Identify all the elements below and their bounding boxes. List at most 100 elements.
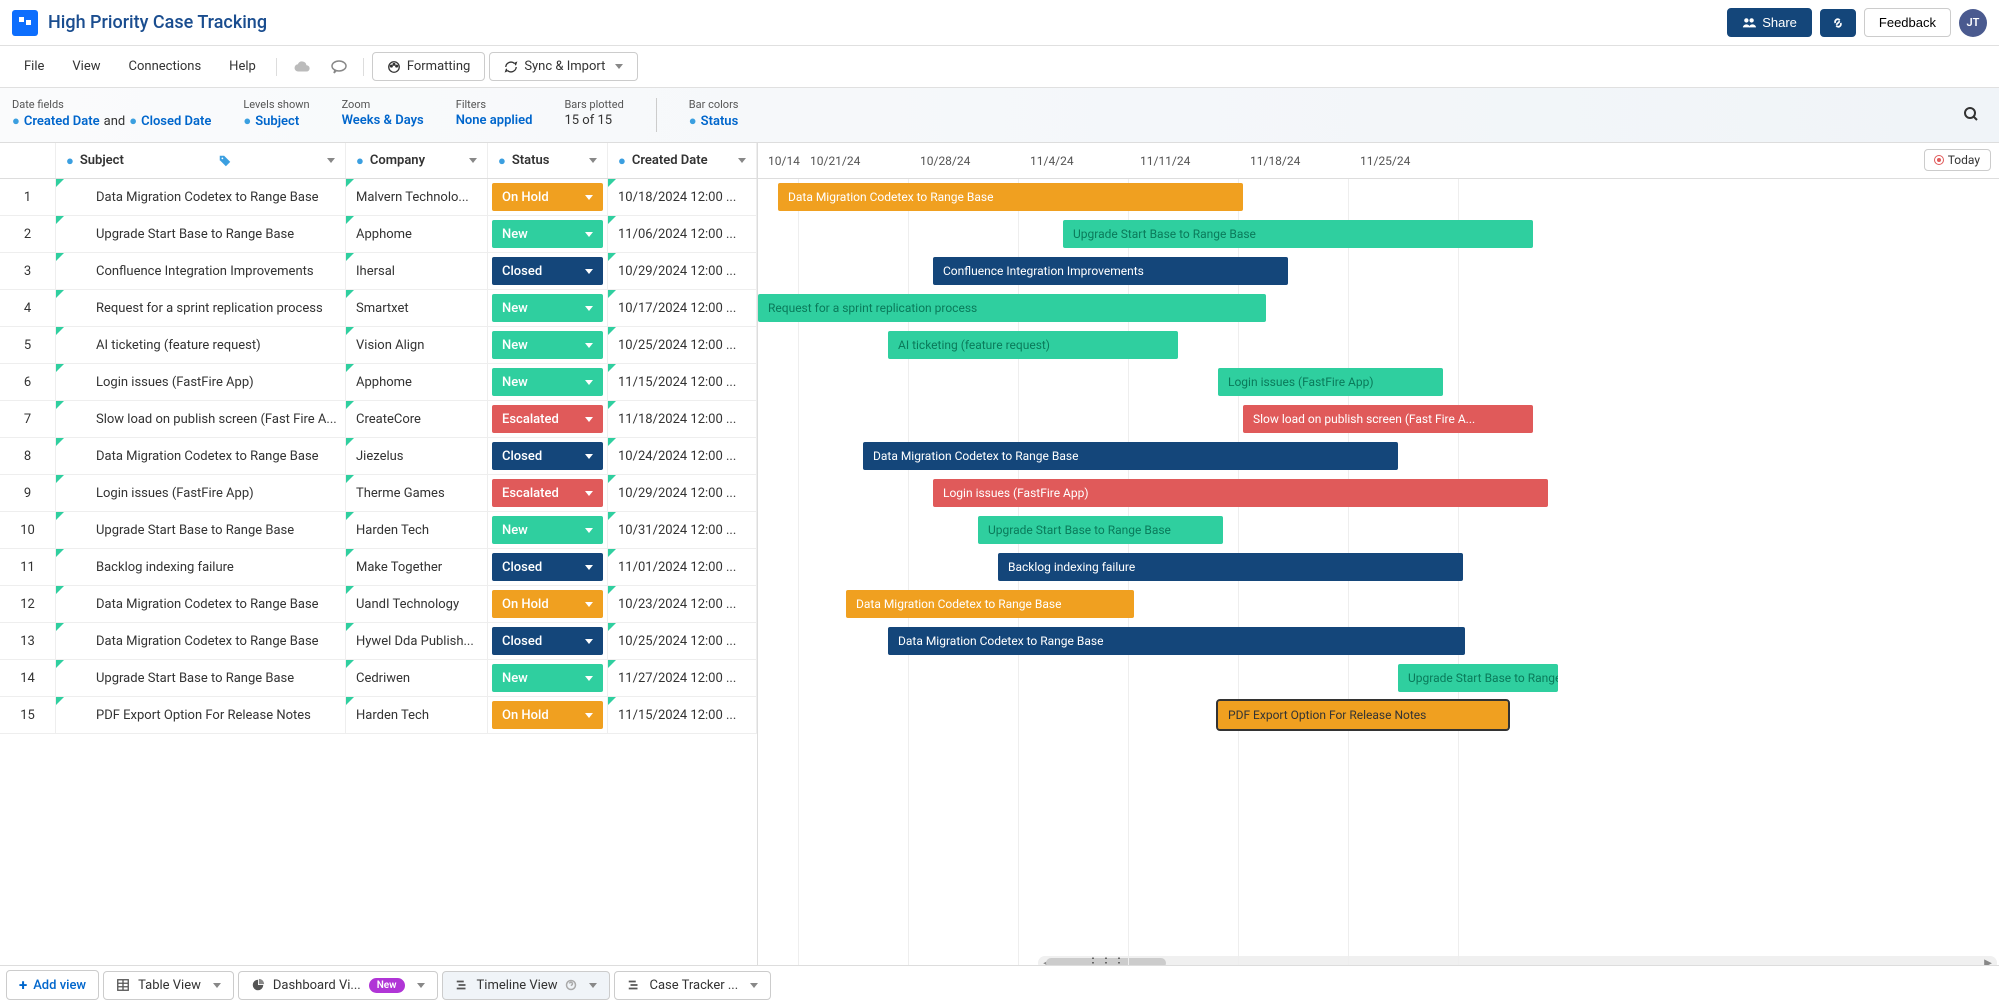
status-cell[interactable]: Closed <box>488 438 608 474</box>
cloud-sync-icon[interactable] <box>285 56 319 78</box>
status-cell[interactable]: Closed <box>488 549 608 585</box>
status-cell[interactable]: Closed <box>488 253 608 289</box>
created-date-cell[interactable]: 10/23/2024 12:00 ... <box>608 586 757 622</box>
tab-case-tracker[interactable]: Case Tracker ... <box>614 971 771 1000</box>
sync-import-button[interactable]: Sync & Import <box>489 52 638 81</box>
menu-help[interactable]: Help <box>217 53 268 80</box>
status-cell[interactable]: New <box>488 290 608 326</box>
created-date-cell[interactable]: 11/18/2024 12:00 ... <box>608 401 757 437</box>
formatting-button[interactable]: Formatting <box>372 52 486 81</box>
created-date-cell[interactable]: 10/25/2024 12:00 ... <box>608 327 757 363</box>
status-cell[interactable]: On Hold <box>488 179 608 215</box>
table-row[interactable]: 14 Upgrade Start Base to Range Base Cedr… <box>0 660 757 697</box>
company-cell[interactable]: CreateCore <box>346 401 488 437</box>
company-cell[interactable]: Malvern Technolo... <box>346 179 488 215</box>
status-dropdown[interactable]: On Hold <box>492 590 603 618</box>
timeline-body[interactable]: ◄ ⋮⋮⋮ ► Data Migration Codetex to Range … <box>758 179 1999 972</box>
status-cell[interactable]: Closed <box>488 623 608 659</box>
table-row[interactable]: 12 Data Migration Codetex to Range Base … <box>0 586 757 623</box>
timeline-bar[interactable]: Login issues (FastFire App) <box>933 479 1548 507</box>
table-row[interactable]: 15 PDF Export Option For Release Notes H… <box>0 697 757 734</box>
company-cell[interactable]: Harden Tech <box>346 697 488 733</box>
status-dropdown[interactable]: New <box>492 331 603 359</box>
table-row[interactable]: 13 Data Migration Codetex to Range Base … <box>0 623 757 660</box>
timeline-bar[interactable]: Backlog indexing failure <box>998 553 1463 581</box>
subject-cell[interactable]: Upgrade Start Base to Range Base <box>56 660 346 696</box>
status-dropdown[interactable]: New <box>492 220 603 248</box>
timeline-bar[interactable]: Upgrade Start Base to Range Base <box>978 516 1223 544</box>
company-cell[interactable]: Therme Games <box>346 475 488 511</box>
table-row[interactable]: 8 Data Migration Codetex to Range Base J… <box>0 438 757 475</box>
status-header[interactable]: ● Status <box>488 143 608 178</box>
status-cell[interactable]: New <box>488 364 608 400</box>
company-header[interactable]: ● Company <box>346 143 488 178</box>
comments-icon[interactable] <box>323 56 355 78</box>
status-dropdown[interactable]: Closed <box>492 257 603 285</box>
created-date-cell[interactable]: 10/18/2024 12:00 ... <box>608 179 757 215</box>
subject-cell[interactable]: Confluence Integration Improvements <box>56 253 346 289</box>
company-cell[interactable]: Apphome <box>346 216 488 252</box>
company-cell[interactable]: Vision Align <box>346 327 488 363</box>
status-cell[interactable]: Escalated <box>488 475 608 511</box>
subject-header[interactable]: ● Subject <box>56 143 346 178</box>
timeline-bar[interactable]: Data Migration Codetex to Range Base <box>846 590 1134 618</box>
table-row[interactable]: 11 Backlog indexing failure Make Togethe… <box>0 549 757 586</box>
created-date-cell[interactable]: 10/29/2024 12:00 ... <box>608 253 757 289</box>
table-row[interactable]: 9 Login issues (FastFire App) Therme Gam… <box>0 475 757 512</box>
table-row[interactable]: 10 Upgrade Start Base to Range Base Hard… <box>0 512 757 549</box>
subject-cell[interactable]: PDF Export Option For Release Notes <box>56 697 346 733</box>
status-dropdown[interactable]: Escalated <box>492 405 603 433</box>
subject-cell[interactable]: Slow load on publish screen (Fast Fire A… <box>56 401 346 437</box>
created-date-header[interactable]: ● Created Date <box>608 143 757 178</box>
subject-cell[interactable]: Login issues (FastFire App) <box>56 475 346 511</box>
created-date-cell[interactable]: 10/29/2024 12:00 ... <box>608 475 757 511</box>
filter-levels[interactable]: Levels shown ●Subject <box>243 98 309 129</box>
created-date-cell[interactable]: 11/06/2024 12:00 ... <box>608 216 757 252</box>
subject-cell[interactable]: Data Migration Codetex to Range Base <box>56 586 346 622</box>
subject-cell[interactable]: AI ticketing (feature request) <box>56 327 346 363</box>
status-dropdown[interactable]: On Hold <box>492 701 603 729</box>
timeline-bar[interactable]: Upgrade Start Base to Range Base <box>1063 220 1533 248</box>
status-cell[interactable]: On Hold <box>488 586 608 622</box>
table-row[interactable]: 4 Request for a sprint replication proce… <box>0 290 757 327</box>
tab-table-view[interactable]: Table View <box>103 971 234 1000</box>
status-dropdown[interactable]: New <box>492 516 603 544</box>
status-cell[interactable]: New <box>488 327 608 363</box>
link-button[interactable] <box>1820 9 1856 37</box>
today-button[interactable]: Today <box>1924 149 1991 171</box>
status-dropdown[interactable]: Closed <box>492 627 603 655</box>
status-cell[interactable]: New <box>488 660 608 696</box>
company-cell[interactable]: Apphome <box>346 364 488 400</box>
created-date-cell[interactable]: 11/01/2024 12:00 ... <box>608 549 757 585</box>
rownum-header[interactable] <box>0 143 56 178</box>
timeline-bar[interactable]: Data Migration Codetex to Range Base <box>778 183 1243 211</box>
status-dropdown[interactable]: New <box>492 294 603 322</box>
company-cell[interactable]: Hywel Dda Publish... <box>346 623 488 659</box>
tab-timeline-view[interactable]: Timeline View <box>442 971 611 1000</box>
created-date-cell[interactable]: 11/15/2024 12:00 ... <box>608 364 757 400</box>
company-cell[interactable]: Make Together <box>346 549 488 585</box>
company-cell[interactable]: Smartxet <box>346 290 488 326</box>
table-row[interactable]: 6 Login issues (FastFire App) Apphome Ne… <box>0 364 757 401</box>
status-dropdown[interactable]: New <box>492 368 603 396</box>
status-dropdown[interactable]: New <box>492 664 603 692</box>
status-cell[interactable]: Escalated <box>488 401 608 437</box>
created-date-cell[interactable]: 10/25/2024 12:00 ... <box>608 623 757 659</box>
timeline-bar[interactable]: AI ticketing (feature request) <box>888 331 1178 359</box>
table-row[interactable]: 1 Data Migration Codetex to Range Base M… <box>0 179 757 216</box>
subject-cell[interactable]: Upgrade Start Base to Range Base <box>56 512 346 548</box>
tab-dashboard-view[interactable]: Dashboard Vi... New <box>238 971 438 1000</box>
created-date-cell[interactable]: 10/17/2024 12:00 ... <box>608 290 757 326</box>
menu-file[interactable]: File <box>12 53 56 80</box>
filter-filters[interactable]: Filters None applied <box>456 98 533 128</box>
timeline-bar[interactable]: Upgrade Start Base to Range Base <box>1398 664 1558 692</box>
status-dropdown[interactable]: Closed <box>492 442 603 470</box>
search-button[interactable] <box>1955 98 1987 130</box>
table-row[interactable]: 5 AI ticketing (feature request) Vision … <box>0 327 757 364</box>
status-cell[interactable]: New <box>488 512 608 548</box>
created-date-cell[interactable]: 10/24/2024 12:00 ... <box>608 438 757 474</box>
table-row[interactable]: 3 Confluence Integration Improvements Ih… <box>0 253 757 290</box>
company-cell[interactable]: Cedriwen <box>346 660 488 696</box>
table-row[interactable]: 2 Upgrade Start Base to Range Base Appho… <box>0 216 757 253</box>
status-dropdown[interactable]: Escalated <box>492 479 603 507</box>
